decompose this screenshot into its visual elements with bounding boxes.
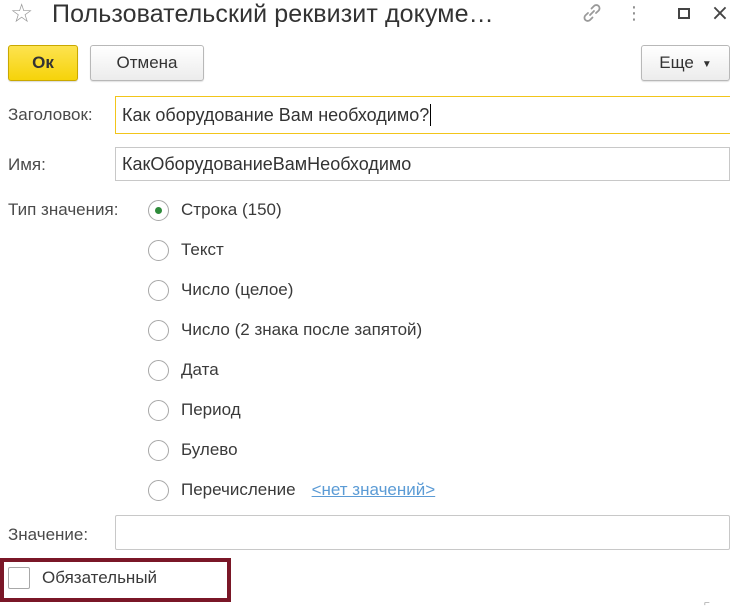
type-option-label: Текст <box>181 240 224 259</box>
link-icon[interactable] <box>578 0 606 26</box>
chevron-down-icon: ▼ <box>701 58 712 70</box>
type-option-date[interactable]: Дата <box>148 358 219 382</box>
radio-button[interactable] <box>148 479 169 501</box>
type-option-decimal[interactable]: Число (2 знака после запятой) <box>148 318 422 342</box>
radio-button[interactable] <box>148 359 169 381</box>
window-titlebar: ☆ Пользовательский реквизит докуме… ⋮ × <box>0 0 730 30</box>
cancel-button-label: Отмена <box>116 53 178 72</box>
type-option-label: Число (2 знака после запятой) <box>181 320 423 339</box>
type-option-label: Дата <box>181 360 219 379</box>
type-option-label: Число (целое) <box>181 280 294 299</box>
ok-button[interactable]: Ок <box>8 45 78 81</box>
radio-button[interactable] <box>148 279 169 301</box>
type-option-label: Строка (150) <box>181 200 282 219</box>
type-option-label: Период <box>181 400 241 419</box>
name-label: Имя: <box>8 155 46 174</box>
radio-button[interactable] <box>148 439 169 461</box>
type-option-period[interactable]: Период <box>148 398 241 422</box>
header-input-value: Как оборудование Вам необходимо? <box>122 104 430 125</box>
type-option-label: Перечисление <box>181 480 296 499</box>
required-checkbox-row[interactable]: Обязательный <box>8 567 157 589</box>
type-option-label: Булево <box>181 440 238 459</box>
more-button-label: Еще <box>659 53 694 72</box>
name-input-value: КакОборудованиеВамНеобходимо <box>122 153 412 174</box>
name-input[interactable]: КакОборудованиеВамНеобходимо <box>115 147 730 181</box>
type-option-boolean[interactable]: Булево <box>148 438 238 462</box>
maximize-icon[interactable] <box>676 0 692 26</box>
value-label: Значение: <box>8 525 89 544</box>
radio-button[interactable] <box>148 319 169 341</box>
type-option-integer[interactable]: Число (целое) <box>148 278 293 302</box>
star-icon[interactable]: ☆ <box>10 0 33 28</box>
ok-button-label: Ок <box>32 53 54 72</box>
more-menu-button[interactable]: Еще ▼ <box>641 45 730 81</box>
type-option-string[interactable]: Строка (150) <box>148 198 282 222</box>
radio-button[interactable] <box>148 239 169 261</box>
type-option-enum[interactable]: Перечисление <нет значений> <box>148 478 435 502</box>
value-input[interactable] <box>115 515 730 550</box>
type-option-text[interactable]: Текст <box>148 238 224 262</box>
close-icon[interactable]: × <box>710 0 730 26</box>
header-input[interactable]: Как оборудование Вам необходимо? <box>115 96 730 134</box>
text-cursor <box>430 104 432 126</box>
enum-values-link[interactable]: <нет значений> <box>312 480 436 500</box>
radio-button[interactable] <box>148 199 169 221</box>
radio-button[interactable] <box>148 399 169 421</box>
resize-grip-icon[interactable]: ⌐ <box>704 598 710 609</box>
header-label: Заголовок: <box>8 105 93 124</box>
more-vertical-icon[interactable]: ⋮ <box>624 0 644 26</box>
value-type-label: Тип значения: <box>8 200 119 219</box>
required-checkbox-label: Обязательный <box>42 568 158 587</box>
cancel-button[interactable]: Отмена <box>90 45 204 81</box>
window-title: Пользовательский реквизит докуме… <box>52 0 494 28</box>
required-checkbox[interactable] <box>8 567 30 589</box>
